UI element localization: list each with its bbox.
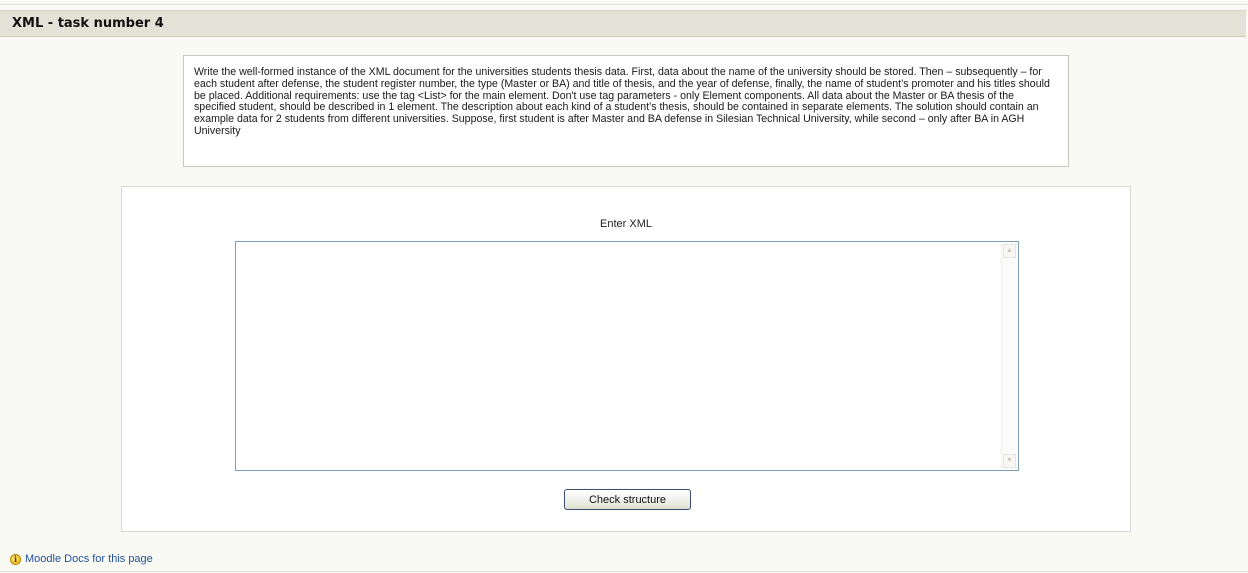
top-divider	[0, 4, 1248, 5]
xml-input[interactable]	[236, 242, 1002, 470]
check-structure-button[interactable]: Check structure	[564, 489, 691, 510]
moodle-docs-label[interactable]: Moodle Docs for this page	[25, 553, 153, 565]
task-description: Write the well-formed instance of the XM…	[194, 66, 1050, 137]
info-icon: i	[10, 553, 21, 565]
moodle-docs-link[interactable]: i Moodle Docs for this page	[10, 551, 153, 567]
vertical-scrollbar[interactable]: ▲ ▼	[1001, 242, 1018, 470]
bottom-divider	[0, 571, 1248, 572]
enter-xml-label: Enter XML	[600, 218, 652, 230]
task-description-box: Write the well-formed instance of the XM…	[183, 55, 1069, 167]
page-title: XML - task number 4	[12, 16, 164, 31]
scroll-up-icon[interactable]: ▲	[1003, 244, 1016, 258]
scroll-down-icon[interactable]: ▼	[1003, 454, 1016, 468]
page-header: XML - task number 4	[0, 10, 1246, 37]
xml-form-panel: Enter XML ▲ ▼ Check structure	[121, 186, 1131, 532]
xml-textarea-frame: ▲ ▼	[235, 241, 1019, 471]
